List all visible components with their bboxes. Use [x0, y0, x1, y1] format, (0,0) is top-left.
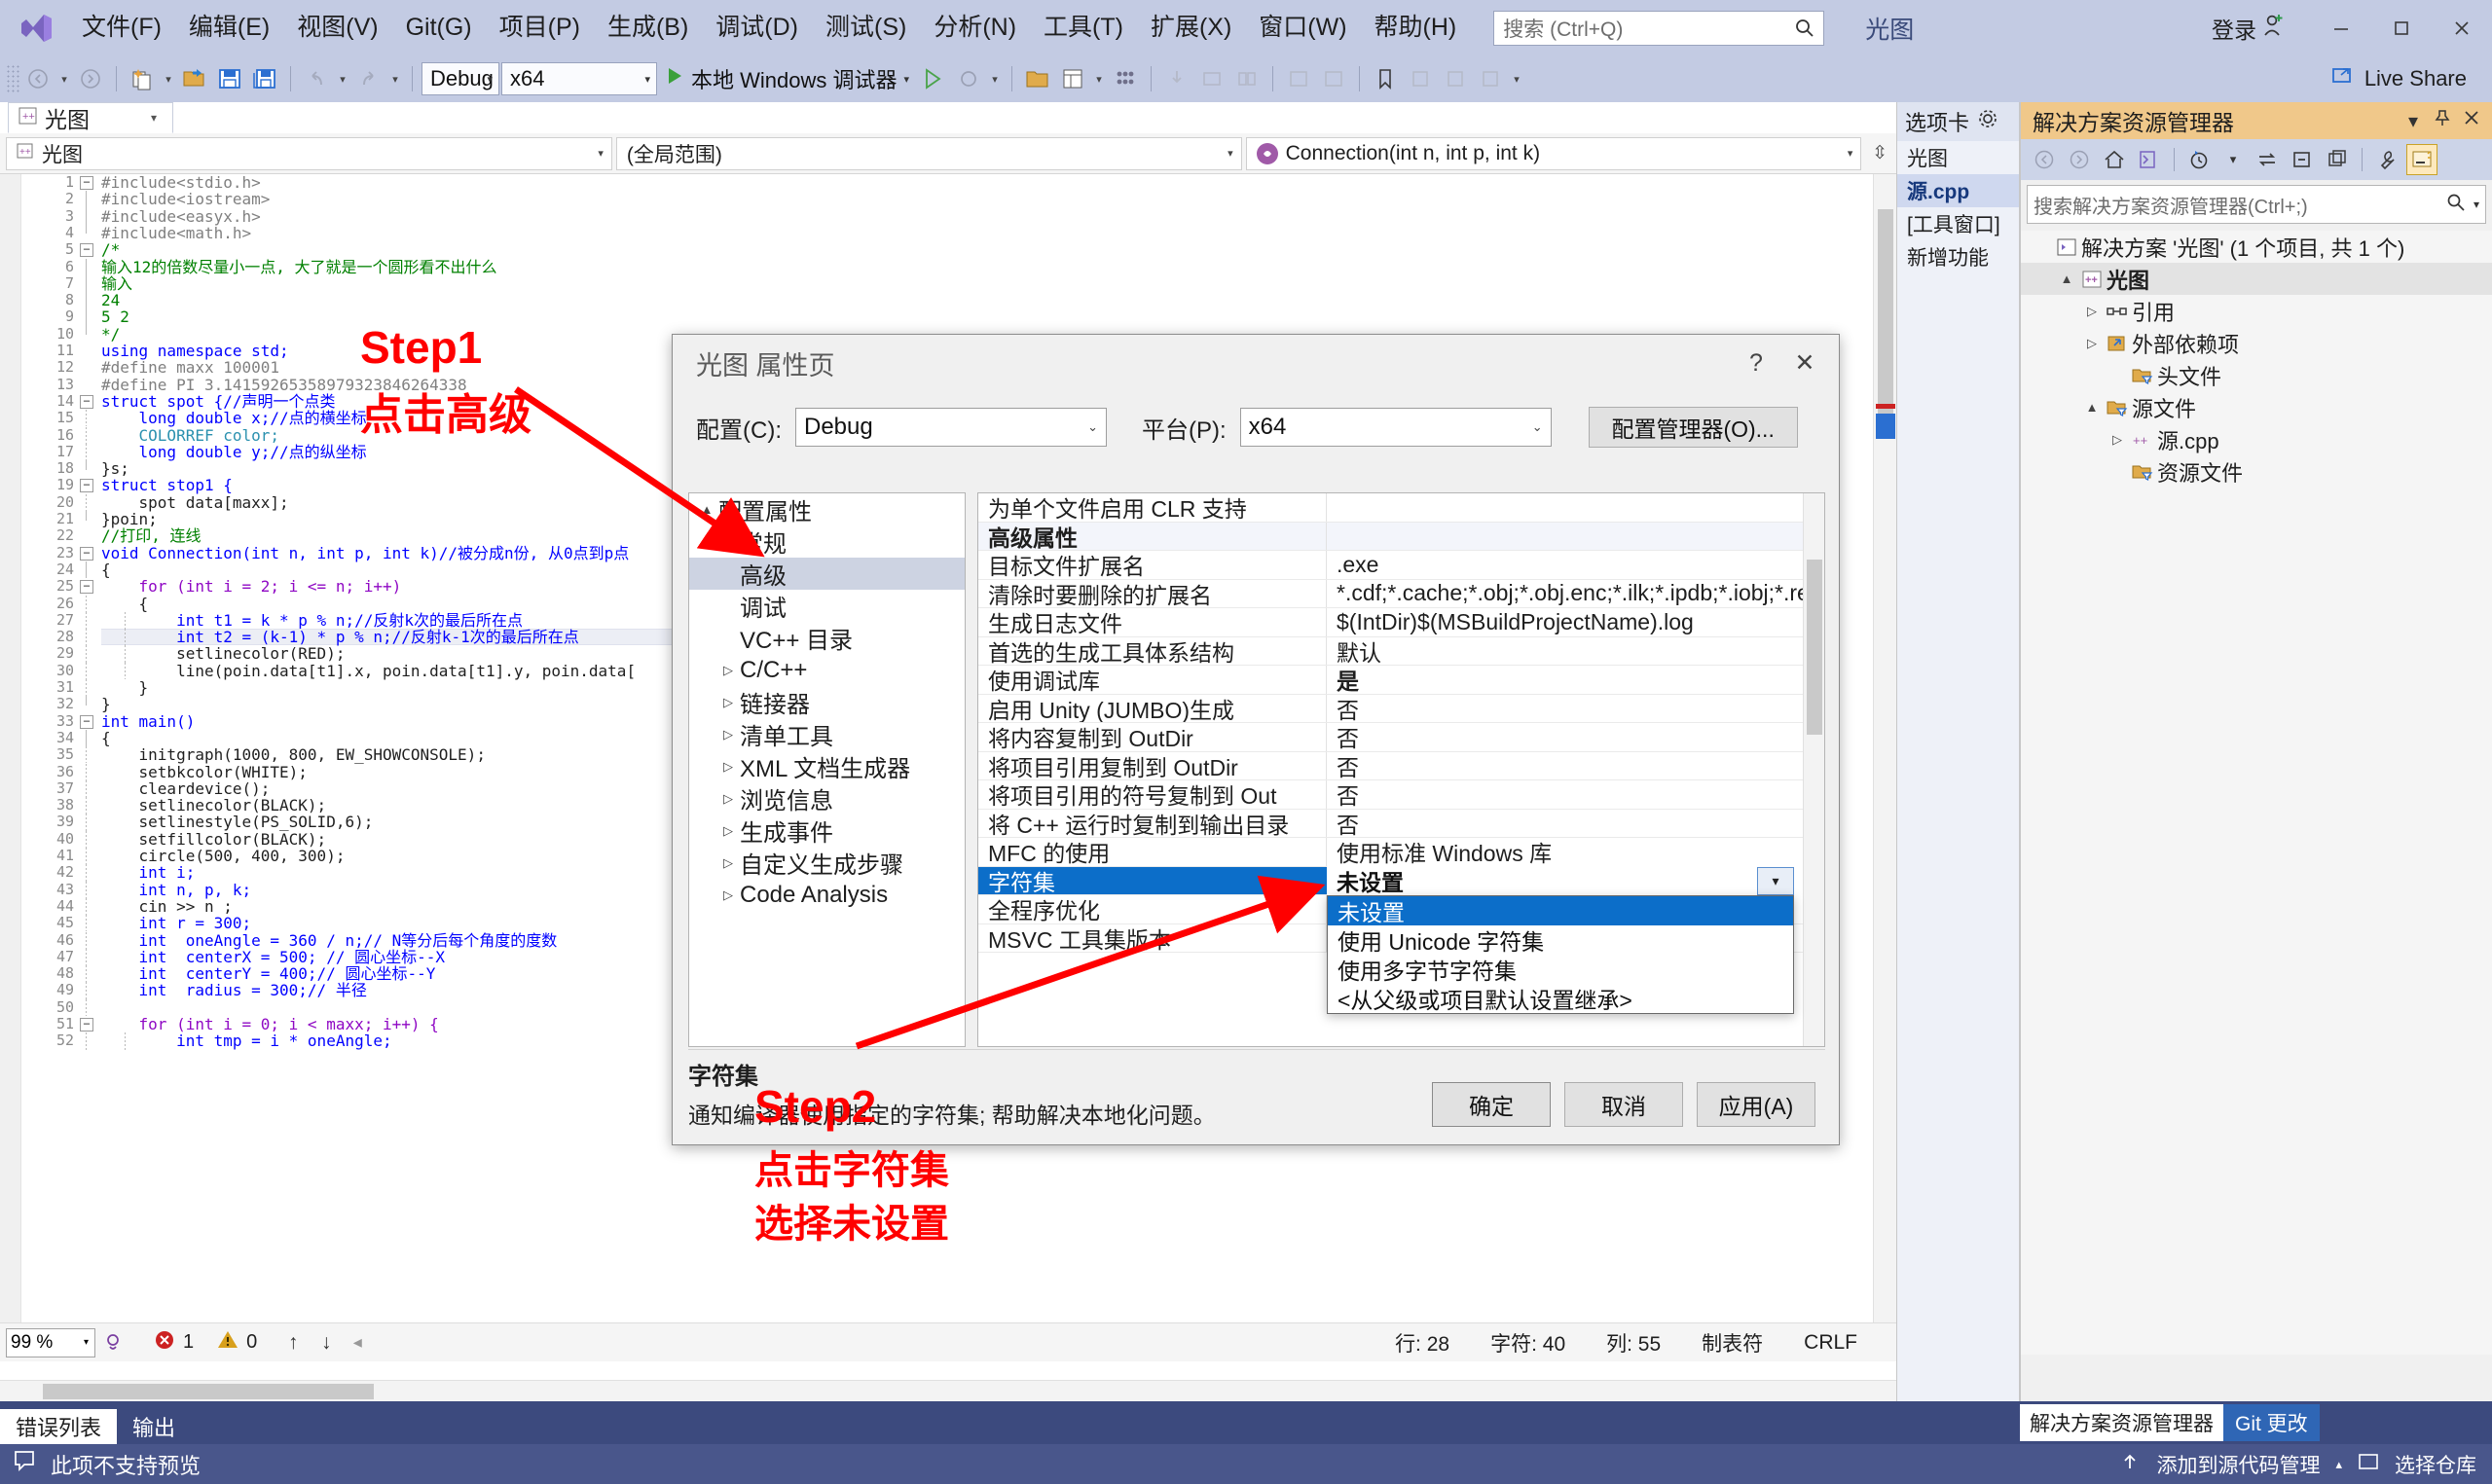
annotation-arrows — [514, 386, 1326, 1050]
arrow-step1 — [514, 386, 765, 558]
arrow-step2 — [855, 875, 1326, 1050]
